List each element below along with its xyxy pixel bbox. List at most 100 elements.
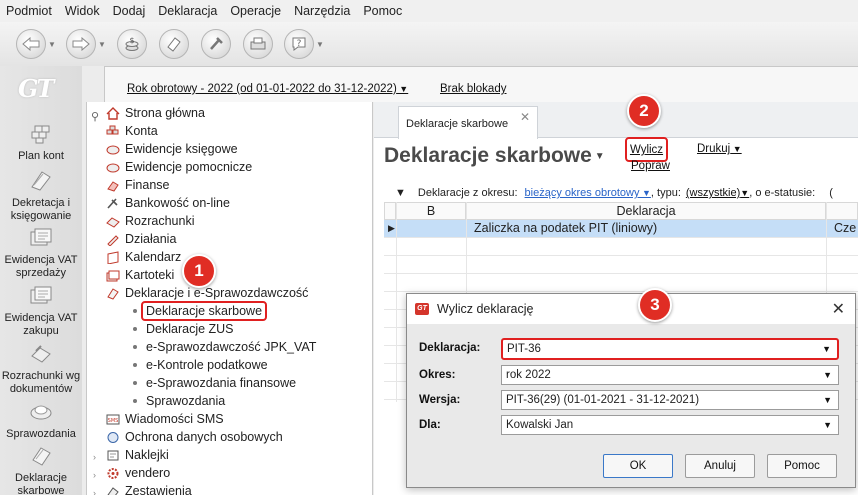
back-button[interactable]: ▼ <box>12 25 60 63</box>
vat-sales-icon <box>30 228 52 246</box>
tree-sub-deklaracje-skarbowe[interactable]: Deklaracje skarbowe <box>133 301 268 321</box>
column-header-b[interactable]: B <box>396 202 466 220</box>
tree-item-dzialania[interactable]: Działania <box>106 230 176 248</box>
pin-icon[interactable]: ⚲ <box>91 110 99 123</box>
tree-item-bankowosc[interactable]: Bankowość on-line <box>106 194 230 212</box>
settlements-icon <box>31 345 51 363</box>
help-button[interactable]: Pomoc <box>767 454 837 478</box>
bullet-icon <box>133 345 137 349</box>
nav-label: Ewidencja VAT zakupu <box>4 312 78 337</box>
menu-widok[interactable]: Widok <box>65 4 100 18</box>
bullet-icon <box>133 381 137 385</box>
tree-item-sms[interactable]: SMS Wiadomości SMS <box>106 410 224 428</box>
tax-declaration-icon <box>32 447 51 466</box>
filter-period-label: Deklaracje z okresu: <box>417 187 518 199</box>
tree-item-ewidencje-pomocnicze[interactable]: Ewidencje pomocnicze <box>106 158 252 176</box>
tree-item-vendero[interactable]: vendero <box>106 464 170 482</box>
tree-item-rozrachunki[interactable]: Rozrachunki <box>106 212 194 230</box>
filter-bar: ▼ Deklaracje z okresu: bieżący okres obr… <box>374 184 858 202</box>
tab-strip: Deklaracje skarbowe ✕ <box>374 102 858 139</box>
close-icon[interactable]: ✕ <box>832 299 845 319</box>
popraw-button[interactable]: Popraw <box>631 160 670 172</box>
tab-deklaracje-skarbowe[interactable]: Deklaracje skarbowe ✕ <box>398 106 538 139</box>
tools-button[interactable] <box>196 25 236 63</box>
wersja-select[interactable]: PIT-36(29) (01-01-2021 - 31-12-2021) ▼ <box>501 390 839 410</box>
nav-deklaracje-skarbowe[interactable]: Deklaracje skarbowe <box>0 444 82 495</box>
back-icon <box>16 29 47 59</box>
print-button[interactable] <box>238 25 278 63</box>
svg-text:SMS: SMS <box>108 418 119 424</box>
reports-icon <box>30 405 52 420</box>
deklaracja-select[interactable]: PIT-36 ▼ <box>501 338 839 360</box>
ok-button[interactable]: OK <box>603 454 673 478</box>
nav-label: Dekretacja i księgowanie <box>10 197 72 222</box>
tree-sub-sprawozdania[interactable]: Sprawozdania <box>133 392 225 410</box>
tree-sub-deklaracje-zus[interactable]: Deklaracje ZUS <box>133 320 234 338</box>
sticker-icon <box>107 450 119 460</box>
lock-status-link[interactable]: Brak blokady <box>440 83 506 95</box>
column-header-next[interactable] <box>826 202 858 220</box>
nav-sprawozdania[interactable]: Sprawozdania <box>0 400 82 441</box>
menu-pomoc[interactable]: Pomoc <box>363 4 402 18</box>
tree-sub-jpk-vat[interactable]: e-Sprawozdawczość JPK_VAT <box>133 338 316 356</box>
tree-item-naklejki[interactable]: Naklejki <box>106 446 169 464</box>
nav-rozrachunki[interactable]: Rozrachunki wg dokumentów <box>0 342 82 396</box>
info-bar: Rok obrotowy - 2022 (od 01-01-2022 do 31… <box>104 66 858 102</box>
filter-type-select[interactable]: (wszystkie)▼ <box>686 187 749 199</box>
tree-item-strona-glowna[interactable]: Strona główna <box>106 104 205 122</box>
menu-dodaj[interactable]: Dodaj <box>113 4 146 18</box>
table-row[interactable] <box>384 256 858 274</box>
tree-sub-e-kontrole[interactable]: e-Kontrole podatkowe <box>133 356 268 374</box>
filter-status-label: , o e-statusie: <box>749 187 816 199</box>
forward-button[interactable]: ▼ <box>62 25 110 63</box>
table-row[interactable] <box>384 238 858 256</box>
drukuj-button[interactable]: Drukuj ▼ <box>697 143 742 155</box>
tree-item-finanse[interactable]: Finanse <box>106 176 169 194</box>
nav-label: Plan kont <box>18 150 64 162</box>
filter-status-select[interactable]: ( <box>829 187 833 199</box>
filter-type-label: , typu: <box>650 187 681 199</box>
tree-item-konta[interactable]: Konta <box>106 122 158 140</box>
actions-icon <box>107 234 119 246</box>
tree-item-kartoteki[interactable]: Kartoteki <box>106 266 174 284</box>
wylicz-button[interactable]: Wylicz <box>625 137 668 162</box>
tree-item-rodo[interactable]: Ochrona danych osobowych <box>106 428 283 446</box>
nav-label: Deklaracje skarbowe <box>15 472 67 495</box>
cancel-button[interactable]: Anuluj <box>685 454 755 478</box>
tree-item-zestawienia[interactable]: Zestawienia <box>106 482 192 495</box>
tree-item-deklaracje[interactable]: Deklaracje i e-Sprawozdawczość <box>106 284 308 302</box>
tree-item-kalendarz[interactable]: Kalendarz <box>106 248 181 266</box>
fiscal-year-selector[interactable]: Rok obrotowy - 2022 (od 01-01-2022 do 31… <box>127 83 408 95</box>
dla-select[interactable]: Kowalski Jan ▼ <box>501 415 839 435</box>
chevron-right-icon[interactable]: › <box>93 470 96 480</box>
tree-item-ewidencje-ksiegowe[interactable]: Ewidencje księgowe <box>106 140 238 158</box>
chevron-right-icon[interactable]: › <box>93 452 96 462</box>
help-button[interactable]: ? ▼ <box>280 25 328 63</box>
toolbar: ▼ ▼ $ ? ▼ <box>0 22 858 66</box>
nav-vat-sprzedaz[interactable]: Ewidencja VAT sprzedaży <box>0 226 82 280</box>
collapse-icon[interactable]: ▼ <box>395 187 406 199</box>
cash-button[interactable]: $ <box>112 25 152 63</box>
menu-operacje[interactable]: Operacje <box>230 4 281 18</box>
table-row[interactable] <box>384 274 858 292</box>
table-row[interactable]: ▶ Zaliczka na podatek PIT (liniowy) Cze <box>384 220 858 238</box>
okres-select[interactable]: rok 2022 ▼ <box>501 365 839 385</box>
nav-dekretacja[interactable]: Dekretacja i księgowanie <box>0 169 82 223</box>
dialog-title: Wylicz deklarację <box>437 302 534 316</box>
forward-icon <box>66 29 97 59</box>
filter-period-select[interactable]: bieżący okres obrotowy ▼ <box>525 187 651 199</box>
highlight-box: Deklaracje skarbowe <box>141 301 268 321</box>
nav-vat-zakup[interactable]: Ewidencja VAT zakupu <box>0 284 82 338</box>
column-header-deklaracja[interactable]: Deklaracja <box>466 202 826 220</box>
tree-sub-e-sprawozdania[interactable]: e-Sprawozdania finansowe <box>133 374 296 392</box>
chevron-down-icon: ▼ <box>48 39 56 49</box>
chevron-right-icon[interactable]: › <box>93 488 96 495</box>
nav-plan-kont[interactable]: Plan kont <box>0 122 82 163</box>
menu-narzedzia[interactable]: Narzędzia <box>294 4 350 18</box>
menu-podmiot[interactable]: Podmiot <box>6 4 52 18</box>
sms-icon: SMS <box>106 414 120 424</box>
page-title[interactable]: Deklaracje skarbowe ▼ <box>384 144 605 168</box>
document-button[interactable] <box>154 25 194 63</box>
menu-deklaracja[interactable]: Deklaracja <box>158 4 217 18</box>
close-icon[interactable]: ✕ <box>520 110 530 124</box>
